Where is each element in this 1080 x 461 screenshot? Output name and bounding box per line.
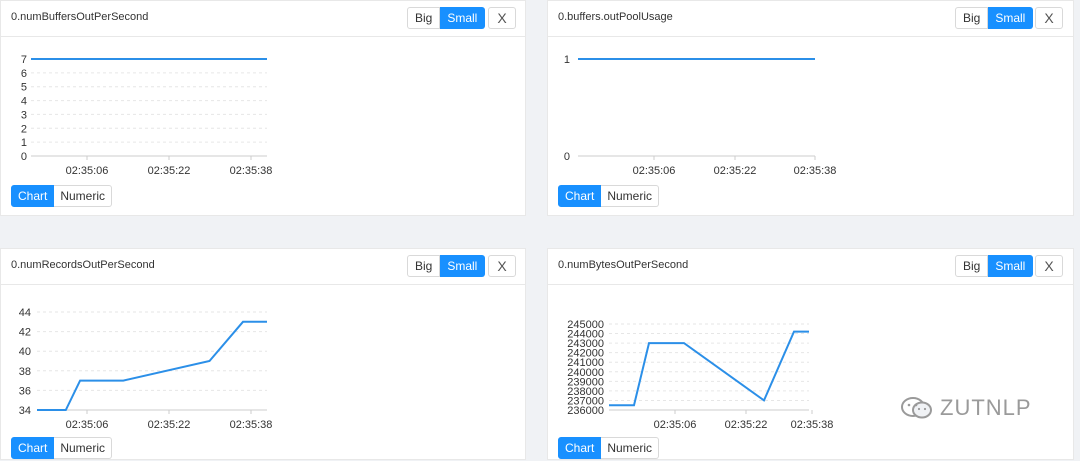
view-toggle: Chart Numeric [558,185,660,207]
metric-panel: 0.numBuffersOutPerSecond Big Small X 012… [0,0,526,216]
numeric-view-button[interactable]: Numeric [601,185,660,207]
numeric-view-button[interactable]: Numeric [54,185,113,207]
y-tick-label: 36 [19,385,31,397]
view-toggle: Chart Numeric [11,185,113,207]
line-chart: 34 36 38 40 42 44 02:35:06 02:35:22 02:35:38 [19,307,273,431]
x-tick-label: 02:35:38 [791,419,834,431]
metric-panel: 0.numBytesOutPerSecond Big Small X 23600… [547,248,1074,460]
y-tick-label: 2 [21,123,27,135]
series-line [37,320,267,411]
y-tick-label: 1 [21,137,27,149]
y-tick-label: 0 [21,151,27,163]
x-tick-label: 02:35:06 [66,165,109,177]
x-tick-label: 02:35:38 [230,165,273,177]
metric-panel: 0.numRecordsOutPerSecond Big Small X 34 3… [0,248,526,460]
chart-view-button[interactable]: Chart [558,185,602,207]
wechat-icon [901,397,932,419]
y-tick-label: 38 [19,366,31,378]
x-tick-label: 02:35:22 [725,419,768,431]
chart-view-button[interactable]: Chart [11,185,55,207]
y-tick-label: 42 [19,327,31,339]
x-tick-label: 02:35:22 [148,419,191,431]
x-tick-label: 02:35:06 [633,165,676,177]
x-tick-label: 02:35:38 [794,165,837,177]
y-tick-label: 40 [19,346,31,358]
x-tick-label: 02:35:06 [66,419,109,431]
y-tick-label: 34 [19,405,31,417]
y-tick-label: 6 [21,68,27,80]
y-tick-label: 7 [21,54,27,66]
y-tick-label: 245000 [567,319,604,331]
y-tick-label: 44 [19,307,31,319]
x-tick-label: 02:35:22 [714,165,757,177]
y-tick-label: 4 [21,96,27,108]
watermark: ZUTNLP [900,395,1032,421]
x-tick-label: 02:35:06 [654,419,697,431]
y-tick-label: 3 [21,109,27,121]
x-tick-label: 02:35:22 [148,165,191,177]
metric-panel: 0.buffers.outPoolUsage Big Small X 0 1 02:… [547,0,1074,216]
y-tick-label: 0 [564,151,570,163]
x-tick-label: 02:35:38 [230,419,273,431]
y-tick-label: 1 [564,54,570,66]
watermark-text: ZUTNLP [940,395,1032,420]
y-tick-label: 5 [21,82,27,94]
line-chart: 2360002370002380002390002400002410002420… [567,319,834,431]
